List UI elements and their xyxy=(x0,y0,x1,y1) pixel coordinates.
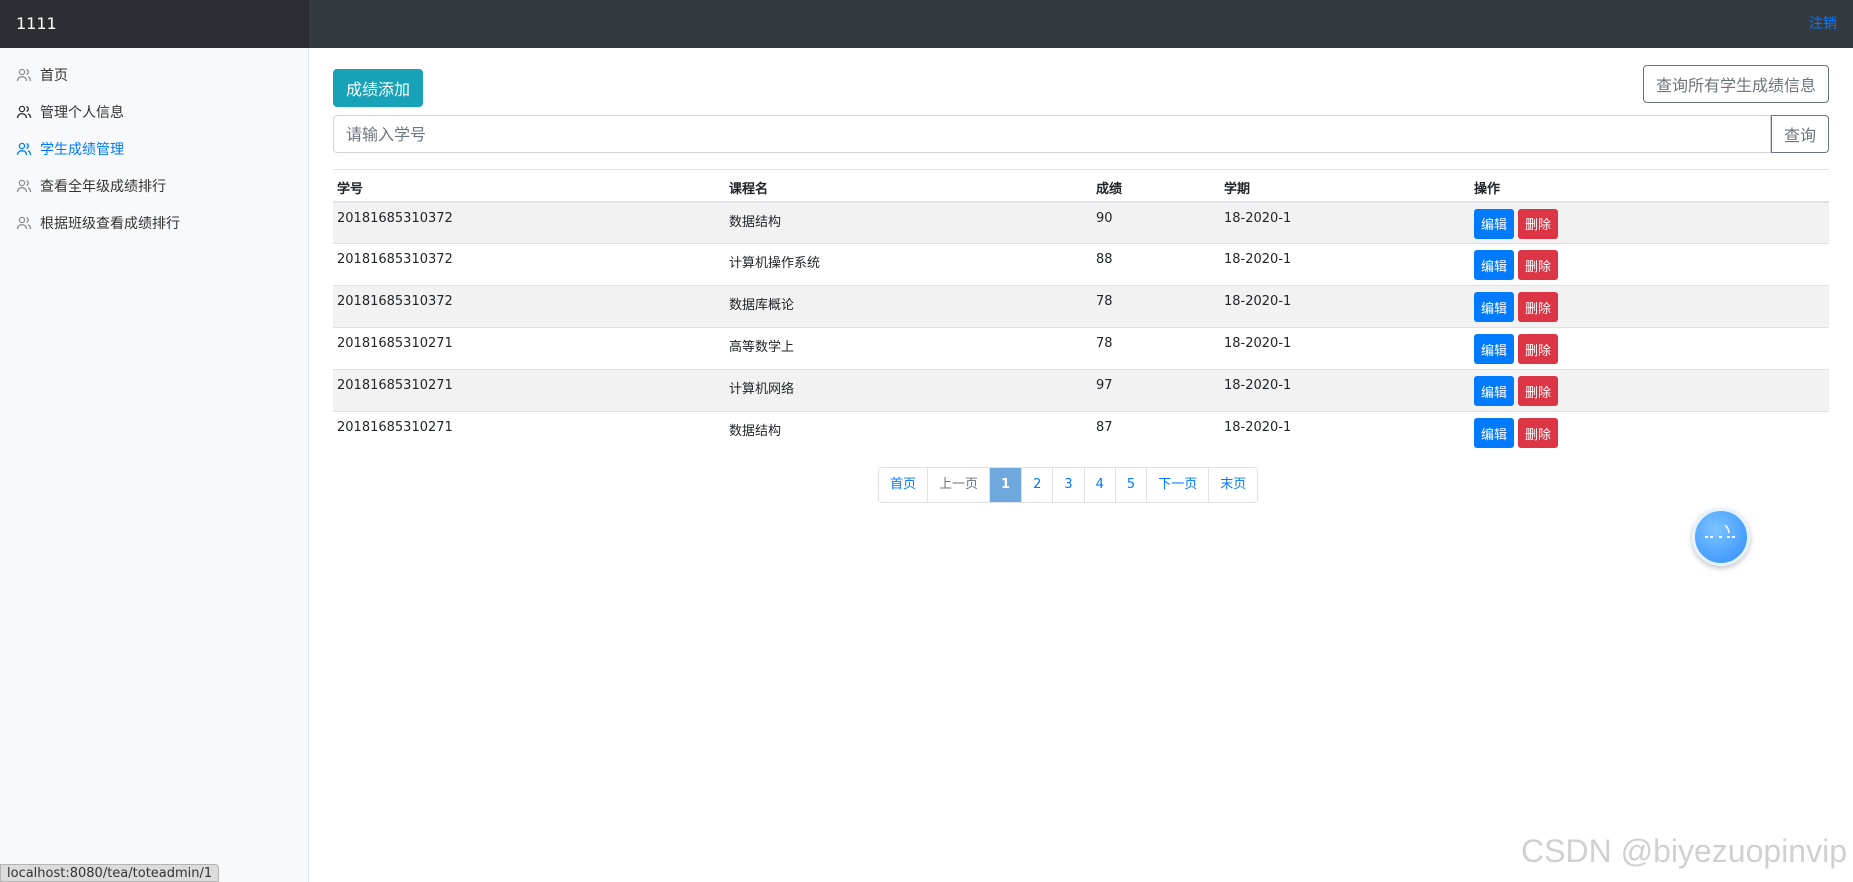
edit-button[interactable]: 编辑 xyxy=(1474,334,1515,364)
column-header-score: 成绩 xyxy=(1092,169,1220,203)
page-last-link[interactable]: 末页 xyxy=(1209,468,1258,502)
sidebar-item-grade-management[interactable]: 学生成绩管理 xyxy=(0,130,308,167)
status-bar-url: localhost:8080/tea/toteadmin/1 xyxy=(0,864,220,882)
cell-score: 90 xyxy=(1092,201,1220,244)
page-link-5[interactable]: 5 xyxy=(1115,468,1148,502)
assistant-icon xyxy=(1705,524,1737,538)
cell-score: 88 xyxy=(1092,243,1220,286)
sidebar-item-label: 查看全年级成绩排行 xyxy=(40,178,166,195)
logout-link[interactable]: 注销 xyxy=(1809,0,1837,48)
cell-term: 18-2020-1 xyxy=(1220,327,1470,370)
table-header-row: 学号 课程名 成绩 学期 操作 xyxy=(333,169,1829,203)
cell-course: 计算机操作系统 xyxy=(725,243,1092,286)
query-all-grades-button[interactable]: 查询所有学生成绩信息 xyxy=(1642,65,1829,103)
cell-course: 数据结构 xyxy=(725,411,1092,454)
delete-button[interactable]: 删除 xyxy=(1518,292,1559,322)
cell-term: 18-2020-1 xyxy=(1220,411,1470,454)
cell-term: 18-2020-1 xyxy=(1220,285,1470,328)
add-grade-button[interactable]: 成绩添加 xyxy=(333,69,423,107)
sidebar: 首页 管理个人信息 学生成绩管理 查看全年级成绩排行 根据班级查看成绩排行 xyxy=(0,48,309,882)
sidebar-item-profile[interactable]: 管理个人信息 xyxy=(0,93,308,130)
cell-score: 78 xyxy=(1092,285,1220,328)
table-row: 20181685310271 数据结构 87 18-2020-1 编辑 删除 xyxy=(333,411,1829,454)
cell-actions: 编辑 删除 xyxy=(1470,201,1829,244)
student-id-input[interactable] xyxy=(333,115,1771,153)
search-button[interactable]: 查询 xyxy=(1771,115,1829,153)
search-bar: 查询 xyxy=(333,115,1829,153)
delete-button[interactable]: 删除 xyxy=(1518,376,1559,406)
cell-course: 计算机网络 xyxy=(725,369,1092,412)
pagination: 首页 上一页 1 2 3 4 5 下一页 末页 xyxy=(878,467,1259,503)
delete-button[interactable]: 删除 xyxy=(1518,208,1559,239)
cell-course: 高等数学上 xyxy=(725,327,1092,370)
column-header-student-id: 学号 xyxy=(333,169,725,203)
table-row: 20181685310372 数据库概论 78 18-2020-1 编辑 删除 xyxy=(333,285,1829,328)
cell-actions: 编辑 删除 xyxy=(1470,285,1829,328)
cell-term: 18-2020-1 xyxy=(1220,369,1470,412)
sidebar-item-class-ranking[interactable]: 根据班级查看成绩排行 xyxy=(0,204,308,241)
cell-course: 数据库概论 xyxy=(725,285,1092,328)
sidebar-item-label: 首页 xyxy=(40,67,68,84)
table-row: 20181685310372 数据结构 90 18-2020-1 编辑 删除 xyxy=(333,201,1829,244)
cell-student-id: 20181685310372 xyxy=(333,285,725,328)
page-link-3[interactable]: 3 xyxy=(1053,468,1085,502)
edit-button[interactable]: 编辑 xyxy=(1474,250,1515,280)
cell-student-id: 20181685310372 xyxy=(333,201,725,244)
edit-button[interactable]: 编辑 xyxy=(1474,208,1515,239)
watermark: CSDN @biyezuopinvip xyxy=(1521,833,1847,869)
cell-score: 87 xyxy=(1092,411,1220,454)
top-navbar: 1111 注销 xyxy=(0,0,1853,48)
users-icon xyxy=(16,104,32,120)
sidebar-item-label: 学生成绩管理 xyxy=(40,141,124,158)
edit-button[interactable]: 编辑 xyxy=(1474,376,1515,406)
sidebar-item-grade-ranking[interactable]: 查看全年级成绩排行 xyxy=(0,167,308,204)
sidebar-item-label: 根据班级查看成绩排行 xyxy=(40,215,180,232)
delete-button[interactable]: 删除 xyxy=(1518,418,1559,448)
page-link-4[interactable]: 4 xyxy=(1084,468,1116,502)
cell-score: 97 xyxy=(1092,369,1220,412)
edit-button[interactable]: 编辑 xyxy=(1474,418,1515,448)
cell-score: 78 xyxy=(1092,327,1220,370)
cell-actions: 编辑 删除 xyxy=(1470,411,1829,454)
cell-actions: 编辑 删除 xyxy=(1470,243,1829,286)
column-header-actions: 操作 xyxy=(1470,169,1829,203)
cell-term: 18-2020-1 xyxy=(1220,243,1470,286)
page-next-link[interactable]: 下一页 xyxy=(1147,468,1210,502)
users-icon xyxy=(16,178,32,194)
cell-actions: 编辑 删除 xyxy=(1470,369,1829,412)
cell-course: 数据结构 xyxy=(725,201,1092,244)
table-row: 20181685310271 计算机网络 97 18-2020-1 编辑 删除 xyxy=(333,369,1829,412)
delete-button[interactable]: 删除 xyxy=(1518,334,1559,364)
cell-student-id: 20181685310271 xyxy=(333,411,725,454)
users-icon xyxy=(16,141,32,157)
column-header-term: 学期 xyxy=(1220,169,1470,203)
sidebar-item-label: 管理个人信息 xyxy=(40,104,124,121)
users-icon xyxy=(16,67,32,83)
grades-table: 学号 课程名 成绩 学期 操作 20181685310372 数据结构 90 1… xyxy=(333,169,1829,454)
page-prev-link[interactable]: 上一页 xyxy=(928,468,991,502)
floating-assistant-button[interactable] xyxy=(1692,508,1750,566)
brand-title: 1111 xyxy=(0,0,309,48)
cell-term: 18-2020-1 xyxy=(1220,201,1470,244)
users-icon xyxy=(16,215,32,231)
column-header-course: 课程名 xyxy=(725,169,1092,203)
table-row: 20181685310372 计算机操作系统 88 18-2020-1 编辑 删除 xyxy=(333,243,1829,286)
cell-actions: 编辑 删除 xyxy=(1470,327,1829,370)
table-row: 20181685310271 高等数学上 78 18-2020-1 编辑 删除 xyxy=(333,327,1829,370)
delete-button[interactable]: 删除 xyxy=(1518,250,1559,280)
cell-student-id: 20181685310271 xyxy=(333,369,725,412)
cell-student-id: 20181685310271 xyxy=(333,327,725,370)
sidebar-item-home[interactable]: 首页 xyxy=(0,56,308,93)
page-link-1[interactable]: 1 xyxy=(990,468,1023,502)
cell-student-id: 20181685310372 xyxy=(333,243,725,286)
edit-button[interactable]: 编辑 xyxy=(1474,292,1515,322)
page-link-2[interactable]: 2 xyxy=(1022,468,1054,502)
page-first-link[interactable]: 首页 xyxy=(879,468,929,502)
